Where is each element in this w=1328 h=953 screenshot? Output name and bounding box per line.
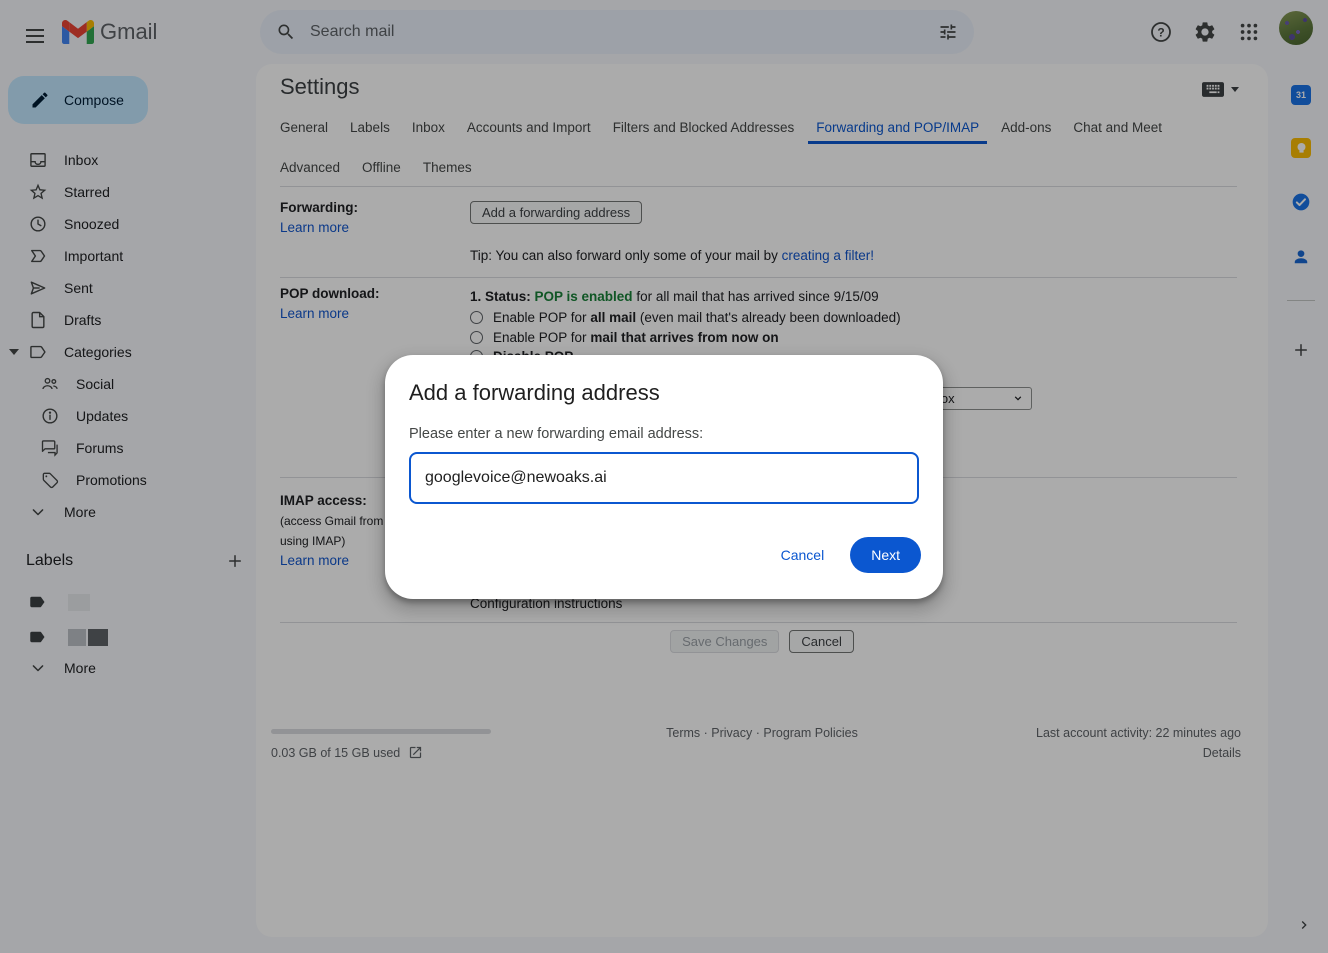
dialog-cancel-button[interactable]: Cancel xyxy=(781,547,825,563)
gmail-app: Gmail ? Compose Inbox Starred xyxy=(0,0,1328,953)
dialog-actions: Cancel Next xyxy=(781,537,921,573)
dialog-next-button[interactable]: Next xyxy=(850,537,921,573)
dialog-instruction: Please enter a new forwarding email addr… xyxy=(409,426,703,442)
add-forwarding-address-dialog: Add a forwarding address Please enter a … xyxy=(385,355,943,599)
forwarding-email-input[interactable] xyxy=(409,452,919,504)
dialog-title: Add a forwarding address xyxy=(409,380,660,406)
